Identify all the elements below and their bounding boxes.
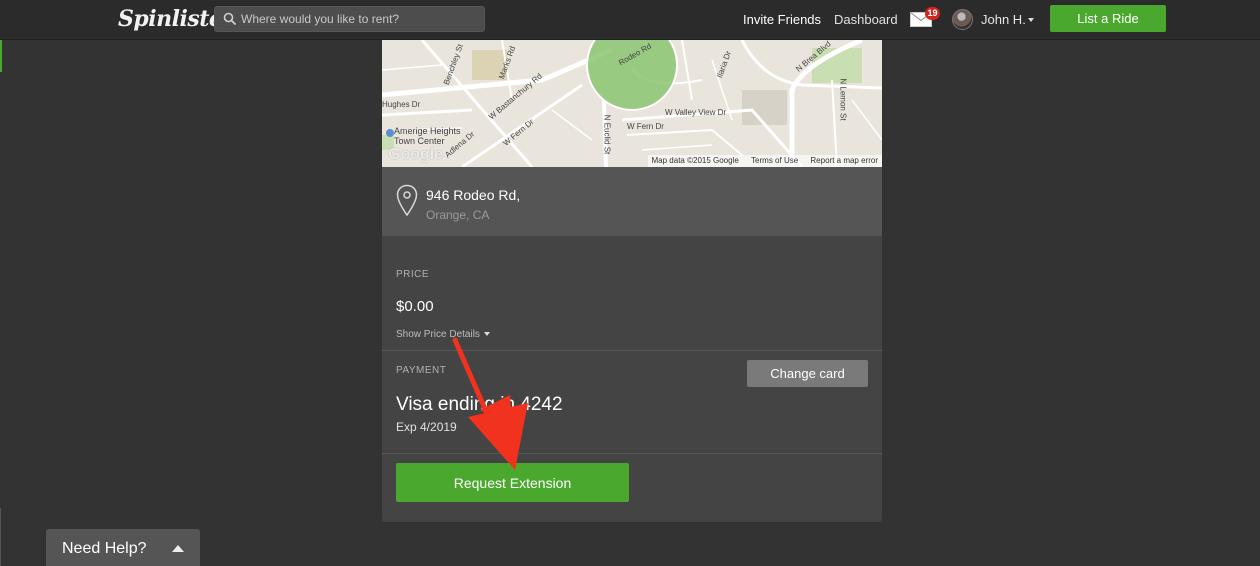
caret-up-icon[interactable] — [172, 545, 184, 552]
request-extension-button[interactable]: Request Extension — [396, 463, 629, 502]
payment-label: PAYMENT — [396, 365, 447, 376]
search-input[interactable] — [241, 10, 481, 28]
mail-count-badge: 19 — [925, 7, 940, 20]
terms-of-use-link[interactable]: Terms of Use — [751, 156, 798, 165]
caret-down-icon — [483, 332, 490, 337]
price-value: $0.00 — [396, 298, 434, 315]
show-price-details-label: Show Price Details — [396, 329, 480, 340]
map-label: Hughes Dr — [382, 100, 421, 109]
user-avatar[interactable] — [952, 9, 973, 30]
report-map-error-link[interactable]: Report a map error — [810, 156, 878, 165]
need-help-widget[interactable]: Need Help? — [46, 529, 200, 566]
left-edge-line — [0, 508, 1, 566]
address-street: 946 Rodeo Rd, — [426, 187, 521, 203]
map-label: W Fern Dr — [627, 122, 664, 131]
price-label: PRICE — [396, 269, 430, 280]
search-icon — [223, 12, 237, 26]
divider — [382, 350, 882, 351]
show-price-details-link[interactable]: Show Price Details — [396, 329, 490, 340]
map-footer: Map data ©2015 Google Terms of Use Repor… — [647, 155, 882, 167]
map-data-credit: Map data ©2015 Google — [651, 156, 739, 165]
divider — [382, 453, 882, 454]
location-pin-icon — [396, 184, 418, 217]
google-logo: Google — [388, 146, 444, 163]
map-label: Town Center — [394, 136, 445, 146]
map-label: W Valley View Dr — [665, 108, 727, 117]
change-card-button[interactable]: Change card — [747, 360, 868, 387]
location-map[interactable]: Rodeo Rd Hughes Dr W Bastanchury Rd Amer… — [382, 40, 882, 167]
need-help-label: Need Help? — [62, 540, 147, 557]
card-expiry: Exp 4/2019 — [396, 420, 457, 434]
left-accent-bar — [0, 40, 2, 72]
map-label: N Lemon St — [838, 78, 848, 121]
map-label: Amerige Heights — [394, 126, 461, 136]
invite-friends-link[interactable]: Invite Friends — [743, 12, 821, 27]
search-box[interactable] — [214, 6, 485, 32]
card-name: Visa ending in 4242 — [396, 394, 563, 415]
top-navbar: Spinlister Invite Friends Dashboard 19 J… — [0, 0, 1260, 40]
user-menu-caret-icon[interactable] — [1028, 18, 1034, 22]
list-a-ride-button[interactable]: List a Ride — [1050, 5, 1166, 32]
address-city: Orange, CA — [426, 208, 490, 222]
dashboard-link[interactable]: Dashboard — [834, 12, 898, 27]
address-block: 946 Rodeo Rd, Orange, CA — [382, 167, 882, 236]
user-menu[interactable]: John H. — [981, 12, 1026, 27]
map-label: N Euclid St — [602, 114, 612, 155]
rental-card: Rodeo Rd Hughes Dr W Bastanchury Rd Amer… — [382, 40, 882, 522]
